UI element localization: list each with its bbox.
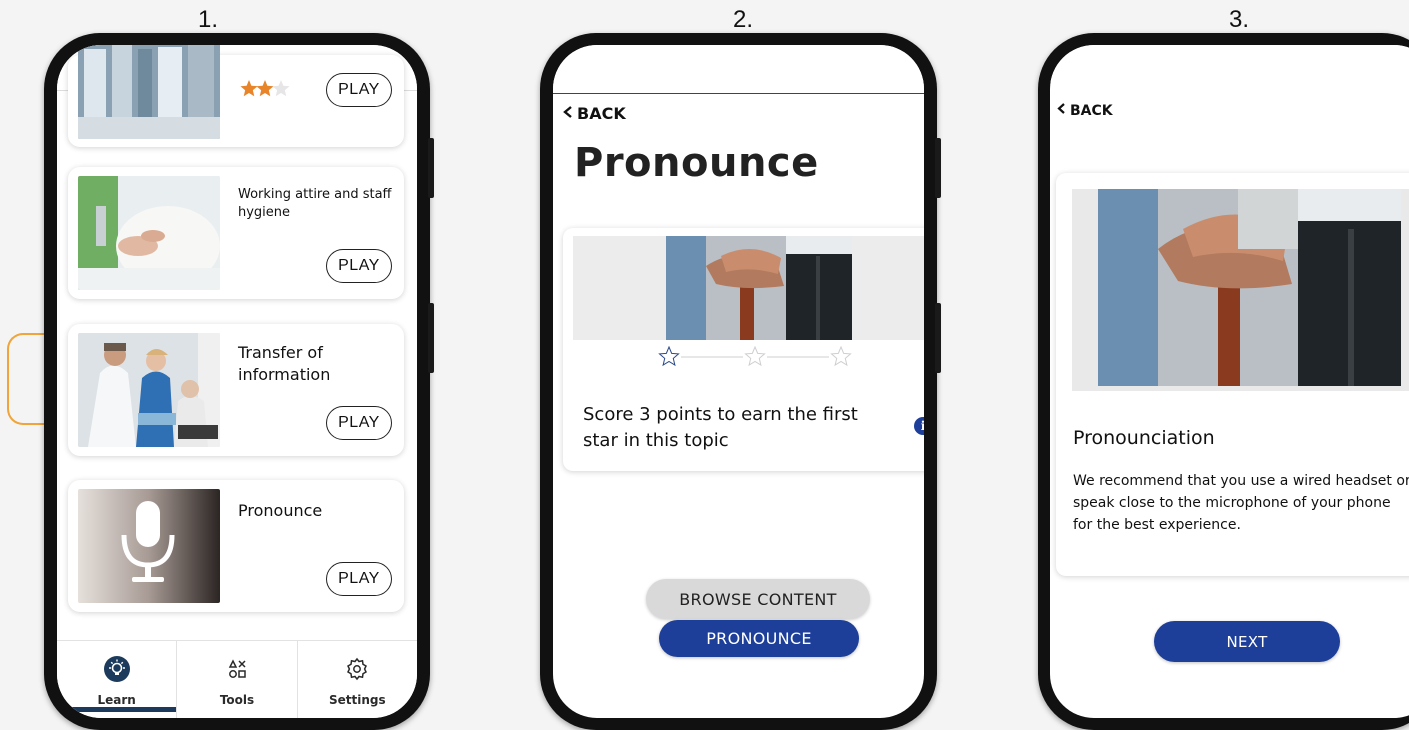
star-empty-icon: [744, 346, 766, 367]
topic-thumbnail: [78, 489, 220, 603]
phone-2: BACK Pronounce Score 3 points to earn th…: [540, 33, 941, 730]
back-link[interactable]: BACK: [1056, 102, 1113, 119]
browse-content-button[interactable]: BROWSE CONTENT: [646, 579, 870, 619]
info-heading: Pronounciation: [1073, 427, 1215, 449]
topic-thumbnail: [78, 333, 220, 447]
bottom-tab-bar: Learn Tools Settings: [57, 640, 417, 718]
info-body: We recommend that you use a wired headse…: [1073, 473, 1409, 533]
phone-2-screen: BACK Pronounce Score 3 points to earn th…: [553, 45, 924, 718]
play-button[interactable]: PLAY: [326, 249, 392, 283]
star-progress: [658, 346, 852, 367]
chevron-left-icon: [562, 104, 574, 123]
tab-learn[interactable]: Learn: [57, 641, 178, 718]
back-label: BACK: [1070, 102, 1113, 119]
topic-image: [666, 236, 852, 340]
score-text: Score 3 points to earn the first star in…: [583, 404, 858, 451]
topic-card[interactable]: Pronounce PLAY: [68, 480, 404, 612]
step-number-3: 3.: [1228, 6, 1249, 33]
topic-thumbnail: [78, 176, 220, 290]
topic-card[interactable]: Working attire and staff hygiene PLAY: [68, 167, 404, 299]
phone-3-screen: BACK Pronounciation We recommend that yo…: [1050, 45, 1409, 718]
topic-title: Pronounce: [238, 501, 323, 520]
topic-card[interactable]: PLAY: [68, 45, 404, 147]
gear-icon: [343, 655, 371, 683]
topic-title: Transfer of information: [238, 343, 331, 384]
active-tab-indicator: [57, 707, 177, 712]
play-button[interactable]: PLAY: [326, 406, 392, 440]
tab-label: Learn: [97, 693, 136, 707]
back-link[interactable]: BACK: [562, 104, 626, 123]
phone-1: PLAY Working attire and staff hygiene PL…: [44, 33, 434, 730]
topic-thumbnail: [78, 45, 220, 139]
tab-label: Tools: [219, 693, 255, 707]
back-label: BACK: [577, 104, 626, 123]
topic-card[interactable]: Transfer of information PLAY: [68, 324, 404, 456]
pronunciation-info-card: Pronounciation We recommend that you use…: [1056, 173, 1409, 576]
step-number-1: 1.: [197, 6, 218, 33]
star-empty-icon: [830, 346, 852, 367]
star-rating: [240, 80, 292, 98]
lightbulb-icon: [103, 655, 131, 683]
phone-1-screen: PLAY Working attire and staff hygiene PL…: [57, 45, 417, 718]
star-empty-icon: [658, 346, 680, 367]
star-filled-icon: [240, 80, 258, 97]
play-button[interactable]: PLAY: [326, 562, 392, 596]
page-title: Pronounce: [574, 140, 819, 186]
phone-3: BACK Pronounciation We recommend that yo…: [1038, 33, 1409, 730]
topic-title: Working attire and staff hygiene: [238, 187, 392, 220]
next-button[interactable]: NEXT: [1154, 621, 1340, 662]
star-filled-icon: [256, 80, 274, 97]
chevron-left-icon: [1056, 102, 1067, 119]
topic-progress-card: Score 3 points to earn the first star in…: [563, 228, 924, 471]
topic-image: [1098, 189, 1401, 386]
info-icon[interactable]: i: [914, 417, 924, 435]
step-number-2: 2.: [732, 6, 753, 33]
tab-tools[interactable]: Tools: [177, 641, 298, 718]
play-button[interactable]: PLAY: [326, 73, 392, 107]
tab-label: Settings: [328, 693, 386, 707]
star-empty-icon: [272, 80, 290, 97]
pronounce-button[interactable]: PRONOUNCE: [659, 620, 859, 657]
tools-icon: [223, 655, 251, 683]
tab-settings[interactable]: Settings: [298, 641, 417, 718]
